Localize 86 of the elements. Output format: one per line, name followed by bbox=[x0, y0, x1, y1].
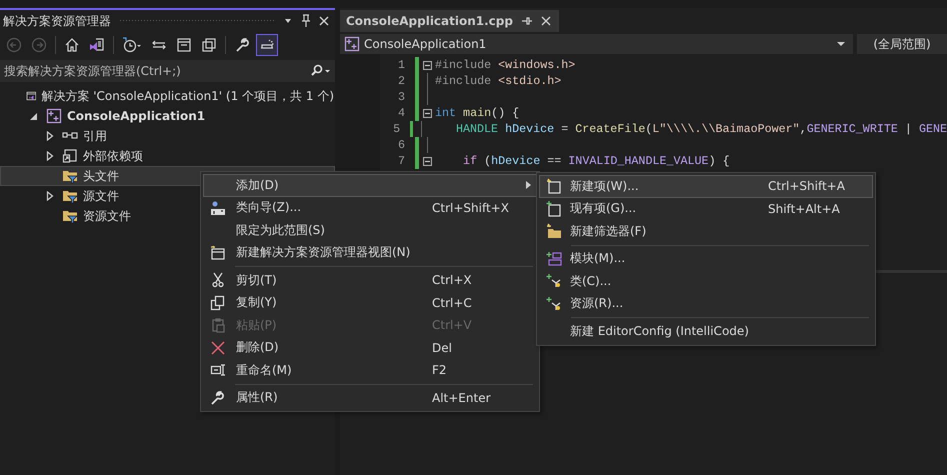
menu-item[interactable]: 现有项(G)... Shift+Alt+A bbox=[539, 198, 873, 220]
paste-icon bbox=[210, 317, 226, 334]
new-folder-icon bbox=[546, 223, 562, 240]
menu-item[interactable]: 添加(D) bbox=[203, 174, 537, 196]
tree-label: 解决方案 'ConsoleApplication1' (1 个项目，共 1 个) bbox=[41, 88, 334, 104]
tab-title: ConsoleApplication1.cpp bbox=[346, 14, 513, 28]
panel-title: 解决方案资源管理器 bbox=[3, 12, 111, 30]
new-item-icon bbox=[546, 178, 562, 194]
menu-item[interactable]: 复制(Y) Ctrl+C bbox=[203, 292, 537, 314]
menu-item[interactable]: 资源(R)... bbox=[539, 292, 873, 315]
line-number: 6 bbox=[396, 138, 405, 152]
add-existing-item-icon bbox=[546, 200, 562, 217]
project-icon bbox=[46, 108, 62, 124]
class-wizard-icon bbox=[210, 200, 226, 216]
copies-icon bbox=[201, 37, 217, 53]
menu-item[interactable]: 新建筛选器(F) bbox=[539, 220, 873, 242]
menu-item[interactable]: 模块(M)... bbox=[539, 248, 873, 270]
tree-label: 头文件 bbox=[83, 168, 119, 184]
expanded-arrow-icon[interactable] bbox=[30, 111, 38, 121]
change-bar bbox=[410, 121, 414, 137]
project-icon bbox=[344, 36, 360, 52]
filter-folder-icon bbox=[62, 208, 78, 224]
toolbar-button[interactable] bbox=[256, 34, 278, 56]
tree-item[interactable]: 外部依赖项 bbox=[0, 146, 335, 166]
module-icon bbox=[546, 250, 562, 267]
member-dropdown[interactable]: (全局范围) bbox=[857, 34, 947, 54]
tree-item[interactable]: ConsoleApplication1 bbox=[0, 106, 335, 126]
close-icon[interactable] bbox=[319, 16, 329, 26]
tree-label: 源文件 bbox=[83, 188, 119, 204]
wrench-icon bbox=[210, 390, 226, 406]
wrench-icon bbox=[234, 37, 250, 53]
file-tab[interactable]: ConsoleApplication1.cpp bbox=[340, 10, 559, 32]
dropdown-icon bbox=[837, 41, 845, 47]
line-number: 5 bbox=[392, 122, 400, 136]
code-line: #include <stdio.h> bbox=[435, 74, 562, 88]
new-window-icon bbox=[210, 244, 226, 261]
collapse-all-icon bbox=[176, 37, 192, 53]
fold-minus-icon[interactable] bbox=[423, 156, 432, 166]
forward-icon bbox=[31, 37, 47, 53]
menu-item[interactable]: 新建解决方案资源管理器视图(N) bbox=[203, 242, 537, 264]
menu-item[interactable]: 类(C)... bbox=[539, 270, 873, 292]
rename-icon bbox=[210, 362, 226, 378]
tree-item[interactable]: 解决方案 'ConsoleApplication1' (1 个项目，共 1 个) bbox=[0, 86, 335, 106]
clock-icon bbox=[122, 37, 142, 53]
code-line: #include <windows.h> bbox=[435, 58, 576, 72]
pin-icon[interactable] bbox=[301, 14, 311, 28]
search-icon[interactable] bbox=[309, 64, 331, 78]
menu-item[interactable]: 新建 EditorConfig (IntelliCode) bbox=[539, 320, 873, 342]
search-box[interactable]: 搜索解决方案资源管理器(Ctrl+;) bbox=[0, 60, 335, 82]
tree-label: ConsoleApplication1 bbox=[67, 109, 206, 123]
tree-item[interactable]: 引用 bbox=[0, 126, 335, 146]
pin-icon[interactable] bbox=[520, 16, 533, 26]
menu-item[interactable]: 类向导(Z)... Ctrl+Shift+X bbox=[203, 196, 537, 219]
line-number: 4 bbox=[396, 106, 405, 120]
home-icon bbox=[64, 37, 80, 53]
line-number: 7 bbox=[396, 154, 405, 168]
menu-item[interactable]: 剪切(T) Ctrl+X bbox=[203, 269, 537, 292]
fold-minus-icon[interactable] bbox=[423, 60, 432, 70]
line-number: 2 bbox=[396, 74, 405, 88]
scissors-icon bbox=[210, 272, 226, 288]
filter-folder-icon bbox=[62, 168, 78, 184]
collapsed-arrow-icon[interactable] bbox=[46, 191, 54, 201]
tree-label: 外部依赖项 bbox=[83, 148, 143, 164]
back-icon bbox=[6, 37, 22, 53]
menu-item[interactable]: 新建项(W)... Ctrl+Shift+A bbox=[539, 175, 873, 198]
code-line: int main() { bbox=[435, 106, 520, 120]
tree-label: 资源文件 bbox=[83, 208, 131, 224]
menu-item[interactable]: 删除(D) Del bbox=[203, 336, 537, 359]
line-number: 3 bbox=[396, 90, 405, 104]
resource-icon bbox=[546, 296, 562, 312]
filter-folder-icon bbox=[62, 188, 78, 204]
menu-item[interactable]: 属性(R) Alt+Enter bbox=[203, 386, 537, 409]
class-icon bbox=[546, 273, 562, 290]
delete-x-icon bbox=[210, 340, 226, 356]
tree-label: 引用 bbox=[83, 128, 107, 144]
fold-minus-icon[interactable] bbox=[423, 108, 432, 118]
external-dependencies-icon bbox=[62, 148, 78, 164]
search-input[interactable]: 搜索解决方案资源管理器(Ctrl+;) bbox=[4, 64, 309, 78]
menu-item[interactable]: 重命名(M) F2 bbox=[203, 359, 537, 382]
close-icon[interactable] bbox=[540, 16, 551, 26]
code-line: if (hDevice == INVALID_HANDLE_VALUE) { bbox=[462, 154, 730, 168]
line-number: 1 bbox=[396, 58, 405, 72]
scope-dropdown[interactable]: ConsoleApplication1 bbox=[340, 34, 853, 54]
code-line: HANDLE hDevice = CreateFile(L"\\\\.\\BaimaoPower",GENERIC_WRITE | GENE bbox=[454, 122, 947, 136]
copy-icon bbox=[210, 294, 226, 311]
menu-item[interactable]: 限定为此范围(S) bbox=[203, 219, 537, 242]
